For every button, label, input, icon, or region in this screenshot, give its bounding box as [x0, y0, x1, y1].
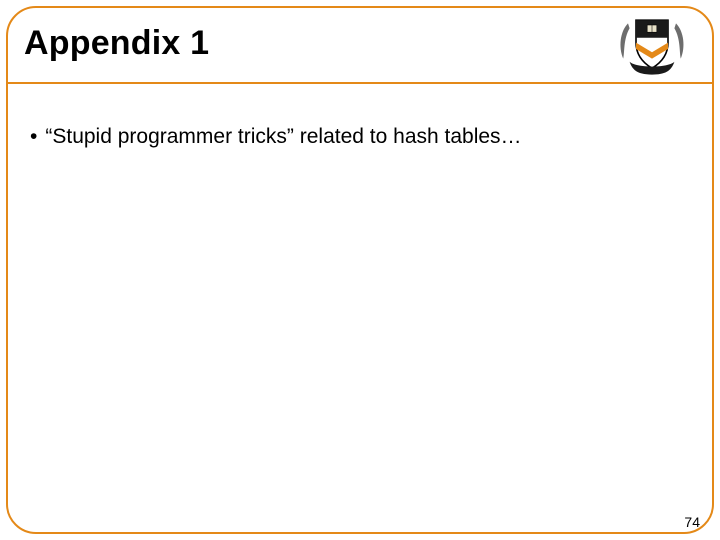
slide: Appendix 1 • “Stupid programmer tricks” … [0, 0, 720, 540]
bullet-text: “Stupid programmer tricks” related to ha… [45, 124, 521, 150]
bullet-dot-icon: • [30, 124, 37, 150]
bullet-item: • “Stupid programmer tricks” related to … [30, 124, 522, 150]
page-number: 74 [684, 514, 700, 530]
slide-border [6, 6, 714, 534]
slide-title: Appendix 1 [24, 24, 209, 63]
title-divider [8, 82, 712, 84]
princeton-shield-icon [612, 12, 692, 78]
